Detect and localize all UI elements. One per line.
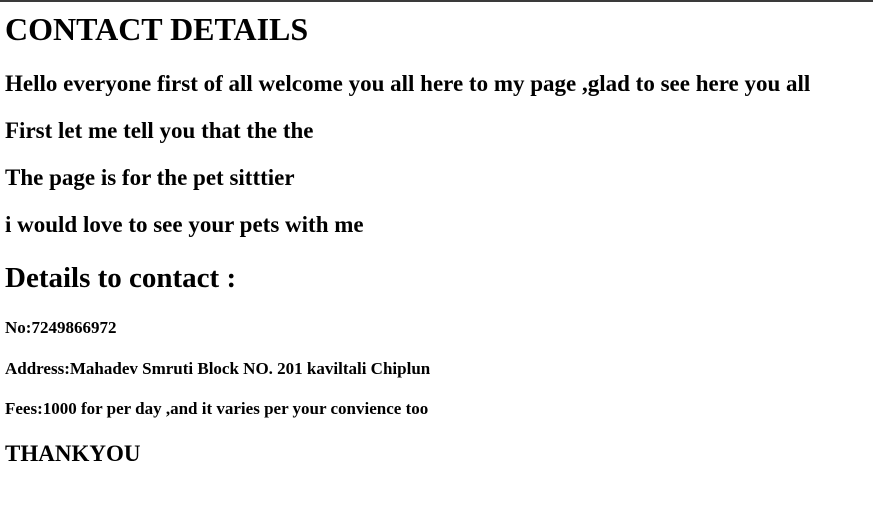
closing-thankyou: THANKYOU	[5, 441, 141, 466]
contact-number: No:7249866972	[5, 318, 117, 337]
intro-line-welcome: Hello everyone first of all welcome you …	[5, 71, 811, 96]
intro-line-purpose: The page is for the pet sitttier	[5, 165, 295, 190]
contact-fees: Fees:1000 for per day ,and it varies per…	[5, 399, 429, 418]
page-title: CONTACT DETAILS	[5, 11, 309, 47]
window-top-border	[0, 0, 873, 2]
details-heading: Details to contact :	[5, 262, 237, 294]
intro-line-first: First let me tell you that the the	[5, 118, 314, 143]
intro-line-pets: i would love to see your pets with me	[5, 212, 364, 237]
contact-address: Address:Mahadev Smruti Block NO. 201 kav…	[5, 359, 431, 378]
